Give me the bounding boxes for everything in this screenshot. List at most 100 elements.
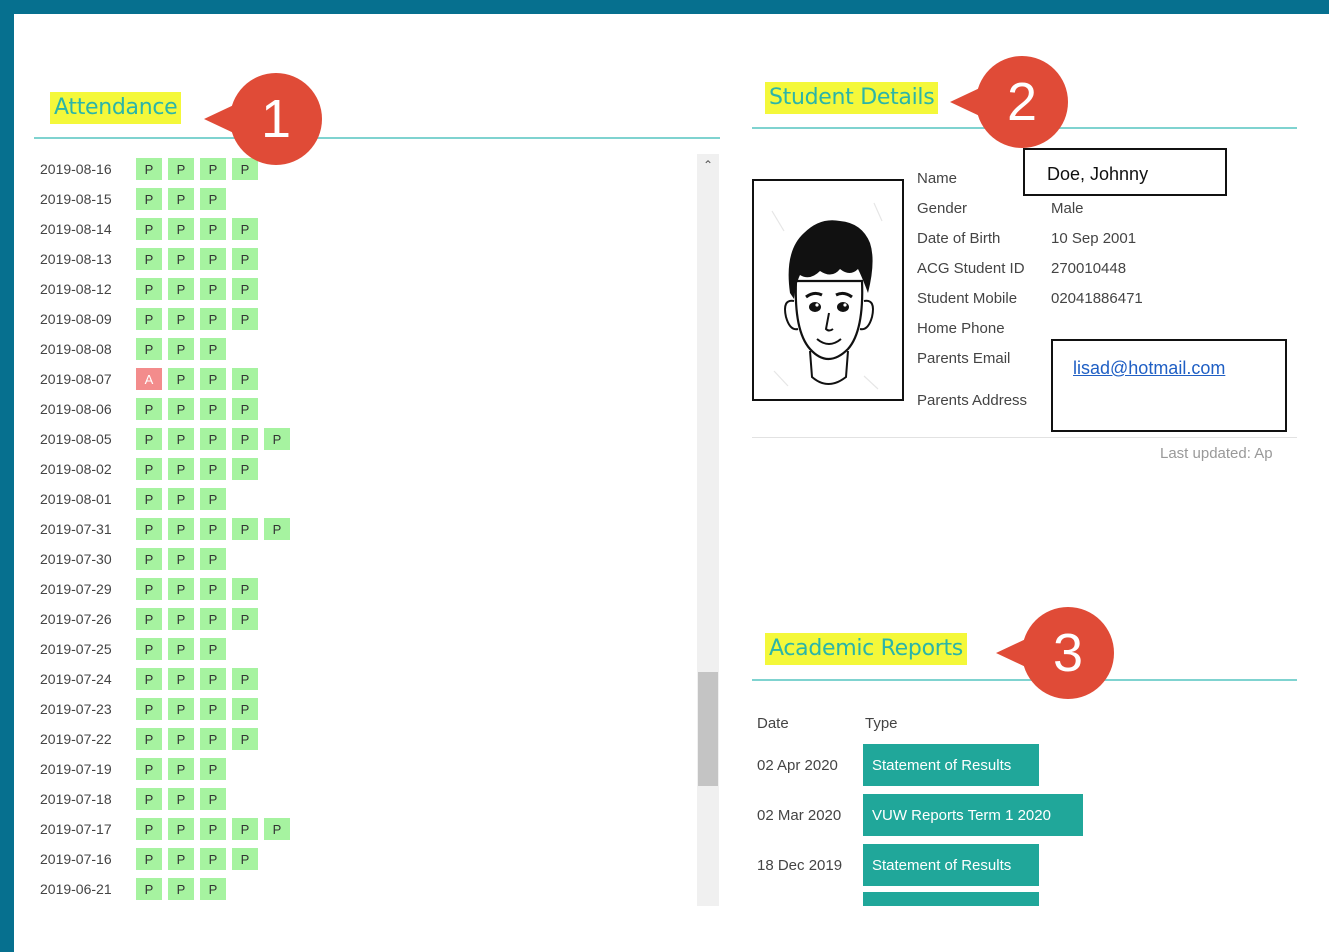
attendance-present-cell: P [200,758,226,780]
attendance-present-cell: P [168,458,194,480]
attendance-present-cell: P [168,518,194,540]
student-name-box: Doe, Johnny [1023,148,1227,196]
attendance-date: 2019-08-01 [40,491,112,507]
attendance-row: 2019-07-17 P P P P P [40,814,680,844]
last-updated-text: Last updated: Ap [1160,445,1273,462]
attendance-present-cell: P [232,428,258,450]
attendance-present-cell: P [136,488,162,510]
viewport-bottom-margin [14,906,1329,952]
scrollbar-thumb[interactable] [698,672,718,786]
attendance-present-cell: P [232,818,258,840]
report-date: 18 Dec 2019 [757,857,843,874]
attendance-present-cell: P [136,668,162,690]
academic-reports-divider [752,679,1297,681]
mobile-value: 02041886471 [1051,290,1143,307]
attendance-row: 2019-08-01 P P P [40,484,680,514]
attendance-row: 2019-07-30 P P P [40,544,680,574]
callout-number: 3 [1052,623,1084,683]
attendance-present-cell: P [200,158,226,180]
attendance-date: 2019-07-22 [40,731,112,747]
student-avatar-icon [771,202,883,390]
attendance-present-cell: P [136,518,162,540]
attendance-present-cell: P [200,848,226,870]
attendance-present-cell: P [136,248,162,270]
attendance-present-cell: P [168,308,194,330]
parents-email-link[interactable]: lisad@hotmail.com [1073,358,1225,379]
attendance-present-cell: P [232,158,258,180]
attendance-present-cell: P [136,578,162,600]
attendance-list[interactable]: 2019-08-16 P P P P 2019-08-15 P P P 2019-08-14 P P P… [40,154,680,906]
academic-reports-title: Academic Reports [765,633,967,665]
attendance-present-cell: P [168,428,194,450]
report-type-button[interactable]: Statement of Results [863,744,1039,786]
student-id-value: 270010448 [1051,260,1127,277]
attendance-row: 2019-08-12 P P P P [40,274,680,304]
attendance-present-cell: P [168,878,194,900]
callout-number: 1 [260,89,292,149]
attendance-present-cell: P [200,788,226,810]
attendance-present-cell: P [136,758,162,780]
attendance-date: 2019-07-26 [40,611,112,627]
attendance-row: 2019-07-22 P P P P [40,724,680,754]
attendance-present-cell: P [136,158,162,180]
reports-type-header: Type [865,715,898,732]
attendance-row: 2019-08-13 P P P P [40,244,680,274]
attendance-title: Attendance [50,92,182,124]
attendance-present-cell: P [232,728,258,750]
attendance-date: 2019-08-16 [40,161,112,177]
report-type-button[interactable]: Statement of Results [863,844,1039,886]
attendance-present-cell: P [168,638,194,660]
attendance-present-cell: P [168,728,194,750]
name-label: Name [917,170,958,187]
attendance-present-cell: P [200,878,226,900]
student-id-label: ACG Student ID [917,260,1025,277]
attendance-date: 2019-08-14 [40,221,112,237]
attendance-present-cell: P [136,848,162,870]
callout-number: 2 [1006,72,1038,132]
attendance-present-cell: P [232,218,258,240]
attendance-row: 2019-08-14 P P P P [40,214,680,244]
attendance-present-cell: P [168,848,194,870]
attendance-present-cell: P [136,818,162,840]
dob-value: 10 Sep 2001 [1051,230,1137,247]
attendance-present-cell: P [200,608,226,630]
report-type-button[interactable]: VUW Reports Term 1 2020 [863,794,1083,836]
attendance-row: 2019-08-09 P P P P [40,304,680,334]
parents-email-box: lisad@hotmail.com [1051,339,1287,432]
attendance-row: 2019-07-24 P P P P [40,664,680,694]
attendance-scrollbar[interactable]: ⌃ [697,154,719,906]
home-phone-label: Home Phone [917,320,1005,337]
attendance-present-cell: P [136,878,162,900]
attendance-absent-cell: A [136,368,162,390]
report-type-button-partial[interactable] [863,892,1039,906]
attendance-date: 2019-07-25 [40,641,112,657]
attendance-present-cell: P [200,578,226,600]
attendance-present-cell: P [136,428,162,450]
attendance-present-cell: P [136,218,162,240]
details-bottom-divider [752,437,1297,438]
attendance-present-cell: P [136,308,162,330]
attendance-present-cell: P [168,758,194,780]
report-date: 02 Mar 2020 [757,807,842,824]
callout-pointer-icon [204,103,238,135]
dob-label: Date of Birth [917,230,1001,247]
parents-email-label: Parents Email [917,350,1011,367]
callout-1: 1 [204,73,322,165]
mobile-label: Student Mobile [917,290,1018,307]
attendance-present-cell: P [264,518,290,540]
attendance-date: 2019-08-15 [40,191,112,207]
attendance-present-cell: P [168,818,194,840]
attendance-date: 2019-08-05 [40,431,112,447]
scroll-up-arrow-icon[interactable]: ⌃ [697,158,719,172]
attendance-present-cell: P [168,488,194,510]
attendance-present-cell: P [200,308,226,330]
attendance-present-cell: P [200,368,226,390]
attendance-date: 2019-08-07 [40,371,112,387]
attendance-present-cell: P [168,698,194,720]
attendance-date: 2019-08-08 [40,341,112,357]
attendance-present-cell: P [200,338,226,360]
attendance-date: 2019-07-18 [40,791,112,807]
attendance-present-cell: P [168,278,194,300]
student-name: Doe, Johnny [1047,164,1149,184]
attendance-row: 2019-07-19 P P P [40,754,680,784]
